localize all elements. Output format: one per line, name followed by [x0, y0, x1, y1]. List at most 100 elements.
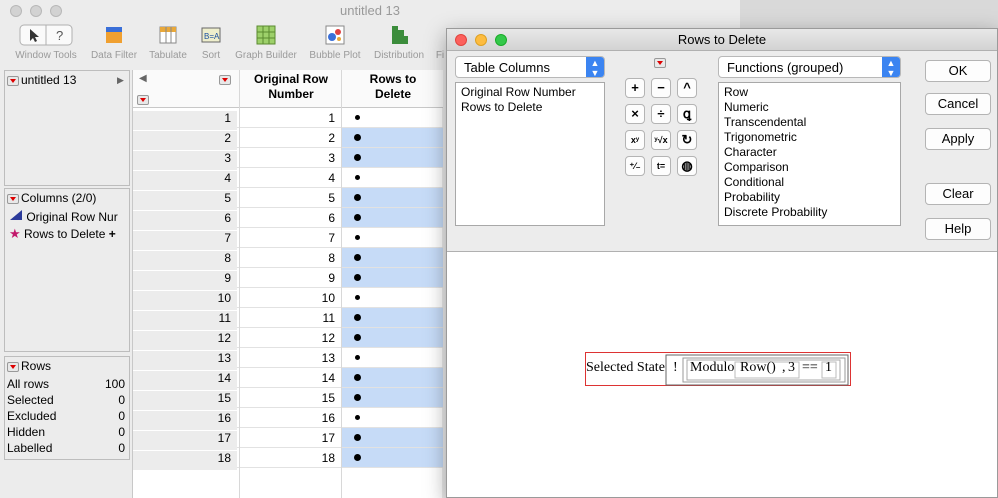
cell-rows-to-delete[interactable]: [341, 288, 443, 307]
rows-summary-row[interactable]: Hidden 0: [7, 425, 127, 441]
left-arrow-icon[interactable]: ◀: [139, 73, 147, 84]
cell-rows-to-delete[interactable]: [341, 168, 443, 187]
cell-original-row-number[interactable]: 10: [241, 291, 341, 305]
formula-arg1[interactable]: Row(): [740, 360, 776, 376]
table-row[interactable]: 22: [133, 128, 443, 150]
table-row[interactable]: 13 13: [133, 348, 443, 370]
caret-icon[interactable]: ^: [677, 78, 697, 98]
cell-rows-to-delete[interactable]: [341, 148, 443, 167]
function-group-item[interactable]: Numeric: [724, 100, 895, 115]
formula-not[interactable]: !: [673, 360, 678, 376]
red-triangle-menu-icon[interactable]: [7, 75, 19, 86]
power-icon[interactable]: xʸ: [625, 130, 645, 150]
table-row[interactable]: 99: [133, 268, 443, 290]
formula-function[interactable]: Modulo: [690, 360, 734, 376]
cell-rows-to-delete[interactable]: [341, 128, 443, 147]
cell-original-row-number[interactable]: 16: [241, 411, 341, 425]
cell-original-row-number[interactable]: 12: [241, 331, 341, 345]
red-triangle-menu-icon[interactable]: [654, 55, 668, 69]
table-row[interactable]: 11: [133, 108, 443, 130]
cell-original-row-number[interactable]: 6: [241, 211, 341, 225]
cell-rows-to-delete[interactable]: [341, 348, 443, 367]
minus-icon[interactable]: −: [651, 78, 671, 98]
function-group-item[interactable]: Discrete Probability: [724, 205, 895, 220]
cell-original-row-number[interactable]: 2: [241, 131, 341, 145]
rows-summary-row[interactable]: Selected 0: [7, 393, 127, 409]
red-triangle-menu-icon[interactable]: [137, 92, 151, 106]
help-button[interactable]: Help: [925, 218, 991, 240]
column-item-original-row-number[interactable]: Original Row Nur: [9, 209, 129, 224]
table-row[interactable]: 88: [133, 248, 443, 270]
cell-rows-to-delete[interactable]: [341, 428, 443, 447]
cell-original-row-number[interactable]: 15: [241, 391, 341, 405]
toolbar-bubble-plot[interactable]: Bubble Plot: [304, 24, 366, 61]
cell-rows-to-delete[interactable]: [341, 108, 443, 127]
list-item[interactable]: Original Row Number: [461, 85, 599, 100]
table-row[interactable]: 14 14: [133, 368, 443, 390]
cell-rows-to-delete[interactable]: [341, 448, 443, 467]
cell-original-row-number[interactable]: 13: [241, 351, 341, 365]
table-columns-popup[interactable]: Table Columns ▲ ▼: [455, 56, 605, 78]
data-grid[interactable]: ◀ Original Row Number Rows to Delete 112…: [132, 70, 443, 498]
table-row[interactable]: 17 17: [133, 428, 443, 450]
table-row[interactable]: 15 15: [133, 388, 443, 410]
function-group-item[interactable]: Probability: [724, 190, 895, 205]
column-header-rows-to-delete[interactable]: Rows to Delete: [343, 72, 443, 102]
function-group-item[interactable]: Row: [724, 85, 895, 100]
negate-icon[interactable]: ⁺⁄₋: [625, 156, 645, 176]
apply-button[interactable]: Apply: [925, 128, 991, 150]
rows-summary-row[interactable]: Excluded 0: [7, 409, 127, 425]
cell-rows-to-delete[interactable]: [341, 268, 443, 287]
cancel-button[interactable]: Cancel: [925, 93, 991, 115]
cell-original-row-number[interactable]: 3: [241, 151, 341, 165]
functions-listbox[interactable]: Row Numeric Transcendental Trigonometric Cha…: [718, 82, 901, 226]
disclosure-arrow-icon[interactable]: ▶: [117, 75, 124, 86]
cell-original-row-number[interactable]: 9: [241, 271, 341, 285]
cell-rows-to-delete[interactable]: [341, 248, 443, 267]
table-row[interactable]: 18 18: [133, 448, 443, 470]
divide-icon[interactable]: ÷: [651, 104, 671, 124]
cell-rows-to-delete[interactable]: [341, 328, 443, 347]
table-row[interactable]: 16 16: [133, 408, 443, 430]
cell-original-row-number[interactable]: 5: [241, 191, 341, 205]
cell-original-row-number[interactable]: 8: [241, 251, 341, 265]
cell-original-row-number[interactable]: 7: [241, 231, 341, 245]
list-item[interactable]: Rows to Delete: [461, 100, 599, 115]
table-row[interactable]: 77: [133, 228, 443, 250]
cell-rows-to-delete[interactable]: [341, 368, 443, 387]
toolbar-distribution[interactable]: Distribution: [368, 24, 430, 61]
cell-original-row-number[interactable]: 4: [241, 171, 341, 185]
rows-panel-header[interactable]: Rows: [7, 359, 51, 373]
toolbar-graph-builder[interactable]: Graph Builder: [230, 24, 302, 61]
table-row[interactable]: 44: [133, 168, 443, 190]
cell-original-row-number[interactable]: 11: [241, 311, 341, 325]
table-row[interactable]: 10 10: [133, 288, 443, 310]
cell-original-row-number[interactable]: 1: [241, 111, 341, 125]
cell-rows-to-delete[interactable]: [341, 308, 443, 327]
plus-icon[interactable]: +: [625, 78, 645, 98]
column-item-rows-to-delete[interactable]: ★ Rows to Delete +: [9, 226, 133, 242]
root-icon[interactable]: ꝗ: [677, 104, 697, 124]
toolbar-sort[interactable]: B=A Sort: [194, 24, 228, 61]
table-row[interactable]: 55: [133, 188, 443, 210]
function-group-item[interactable]: Character: [724, 145, 895, 160]
row-number[interactable]: 18: [133, 451, 237, 470]
columns-panel-header[interactable]: Columns (2/0): [7, 191, 96, 205]
function-group-item[interactable]: Conditional: [724, 175, 895, 190]
red-triangle-menu-icon[interactable]: [219, 72, 233, 86]
ok-button[interactable]: OK: [925, 60, 991, 82]
function-group-item[interactable]: Comparison: [724, 160, 895, 175]
formula-arg2[interactable]: 3: [788, 360, 795, 376]
clear-button[interactable]: Clear: [925, 183, 991, 205]
formula-rhs[interactable]: 1: [825, 360, 832, 376]
toolbar-data-filter[interactable]: Data Filter: [86, 24, 142, 61]
cell-rows-to-delete[interactable]: [341, 188, 443, 207]
zoom-dialog-button[interactable]: [495, 34, 507, 46]
swap-icon[interactable]: ↻: [677, 130, 697, 150]
nth-root-icon[interactable]: ʸ√x: [651, 130, 671, 150]
function-group-item[interactable]: Trigonometric: [724, 130, 895, 145]
cell-rows-to-delete[interactable]: [341, 208, 443, 227]
column-header-original-row-number[interactable]: Original Row Number: [239, 72, 343, 102]
toolbar-window-tools[interactable]: ? Window Tools: [10, 24, 82, 61]
minimize-window-button[interactable]: [30, 5, 42, 17]
